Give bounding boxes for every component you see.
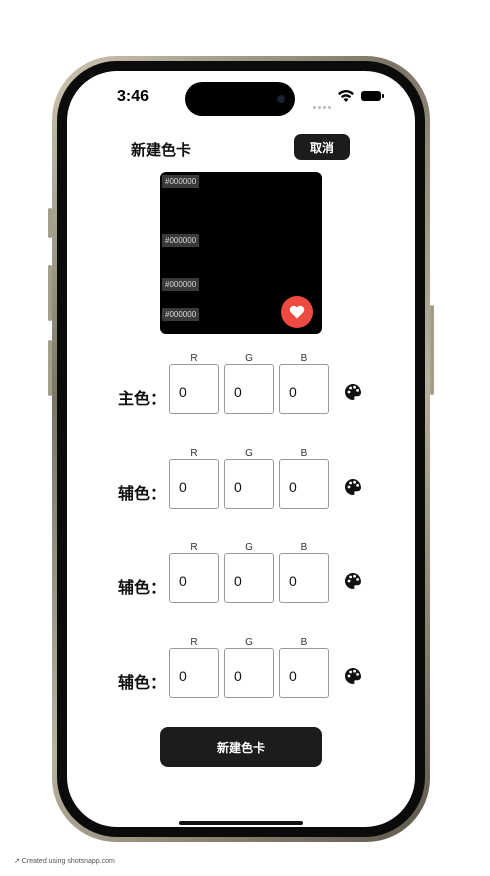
g-header: G — [245, 637, 253, 648]
r-header: R — [190, 448, 198, 459]
g-input[interactable]: 0 — [224, 553, 274, 603]
g-header: G — [245, 542, 253, 553]
secondary-color-row-3: 辅色： R G B 0 0 0 — [67, 637, 415, 713]
color-card-preview: #000000 #000000 #000000 #000000 — [160, 172, 322, 334]
b-header: B — [300, 448, 308, 459]
g-input[interactable]: 0 — [224, 459, 274, 509]
secondary-color-row-1: 辅色： R G B 0 0 0 — [67, 448, 415, 524]
palette-icon[interactable] — [344, 667, 362, 685]
hex-label-secondary-3: #000000 — [162, 308, 200, 321]
row-label: 主色： — [118, 391, 167, 408]
g-header: G — [245, 448, 253, 459]
r-input[interactable]: 0 — [169, 553, 219, 603]
r-header: R — [190, 542, 198, 553]
b-input[interactable]: 0 — [279, 648, 329, 698]
hex-label-secondary-2: #000000 — [162, 278, 200, 291]
home-indicator[interactable] — [179, 821, 303, 825]
volume-down-button — [48, 340, 52, 396]
row-label: 辅色： — [118, 675, 167, 692]
status-time: 3:46 — [117, 88, 150, 105]
hex-label-primary: #000000 — [162, 175, 200, 188]
g-input[interactable]: 0 — [224, 648, 274, 698]
heart-icon — [289, 305, 305, 319]
camera-lens — [277, 95, 285, 103]
volume-up-button — [48, 265, 52, 321]
row-label: 辅色： — [118, 486, 167, 503]
r-header: R — [190, 637, 198, 648]
silent-switch — [48, 208, 52, 238]
wifi-icon — [338, 90, 354, 102]
row-label: 辅色： — [118, 580, 167, 597]
r-input[interactable]: 0 — [169, 364, 219, 414]
app-screen: 3:46 新建色卡 取消 #000000 #000000 #000000 #00… — [67, 71, 415, 827]
b-input[interactable]: 0 — [279, 553, 329, 603]
g-input[interactable]: 0 — [224, 364, 274, 414]
palette-icon[interactable] — [344, 383, 362, 401]
g-header: G — [245, 353, 253, 364]
b-header: B — [300, 637, 308, 648]
footer-credit: ↗ Created using shotsnapp.com — [14, 858, 115, 865]
favorite-button[interactable] — [281, 296, 313, 328]
power-button — [430, 305, 434, 395]
battery-icon — [361, 91, 384, 101]
hex-label-secondary-1: #000000 — [162, 234, 200, 247]
palette-icon[interactable] — [344, 478, 362, 496]
primary-color-row: 主色： R G B 0 0 0 — [67, 353, 415, 429]
b-header: B — [300, 353, 308, 364]
palette-icon[interactable] — [344, 572, 362, 590]
signal-icon — [313, 96, 335, 109]
r-input[interactable]: 0 — [169, 648, 219, 698]
page-title: 新建色卡 — [131, 142, 192, 159]
create-color-card-button[interactable]: 新建色卡 — [160, 727, 322, 767]
b-header: B — [300, 542, 308, 553]
r-header: R — [190, 353, 198, 364]
b-input[interactable]: 0 — [279, 459, 329, 509]
r-input[interactable]: 0 — [169, 459, 219, 509]
secondary-color-row-2: 辅色： R G B 0 0 0 — [67, 542, 415, 618]
b-input[interactable]: 0 — [279, 364, 329, 414]
cancel-button[interactable]: 取消 — [294, 134, 350, 160]
